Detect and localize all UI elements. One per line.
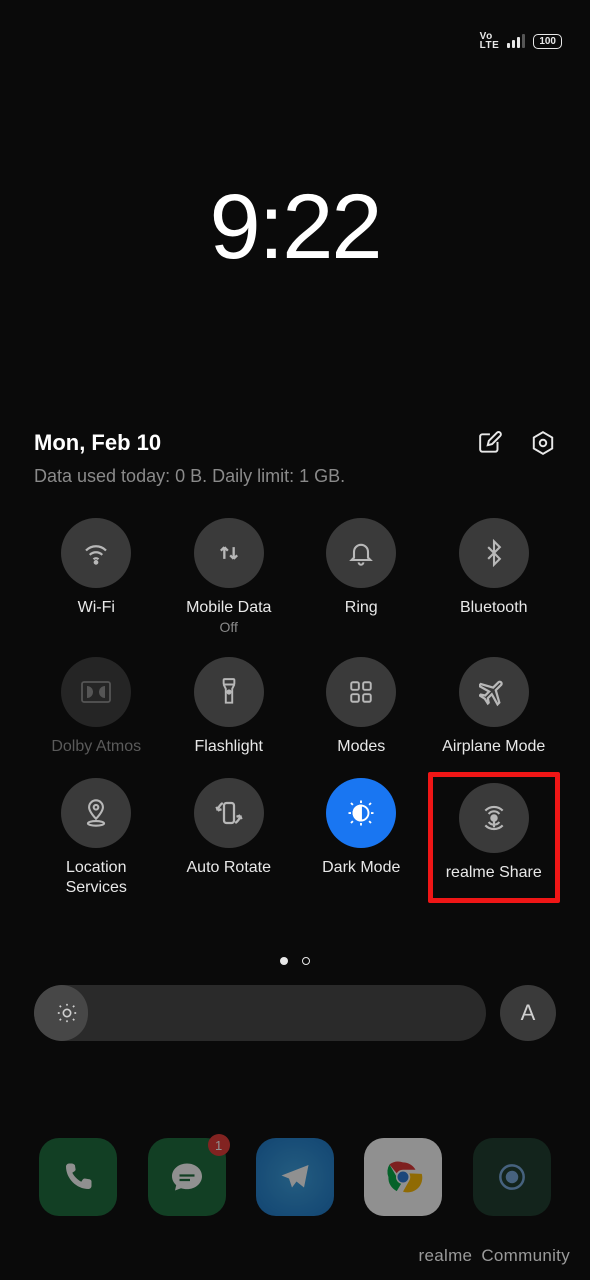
- clock-display: 9:22: [209, 175, 380, 280]
- grid-icon: [348, 679, 374, 705]
- tile-realme-share[interactable]: realme Share: [428, 772, 561, 902]
- signal-indicator: [507, 34, 525, 48]
- tile-auto-rotate[interactable]: Auto Rotate: [163, 772, 296, 902]
- tile-label: Ring: [345, 598, 378, 617]
- rotate-icon: [214, 798, 244, 828]
- bell-icon: [347, 539, 375, 567]
- tile-label: Flashlight: [195, 737, 263, 756]
- tile-label: Modes: [337, 737, 385, 756]
- tile-dolby-atmos[interactable]: Dolby Atmos: [30, 651, 163, 762]
- tile-ring[interactable]: Ring: [295, 512, 428, 641]
- wifi-icon: [81, 538, 111, 568]
- tile-wifi[interactable]: Wi-Fi: [30, 512, 163, 641]
- dark-mode-icon: [346, 798, 376, 828]
- camera-app-icon[interactable]: [473, 1138, 551, 1216]
- watermark: realme Community: [419, 1246, 570, 1266]
- status-bar: Vo LTE 100: [480, 32, 562, 50]
- quick-settings-grid: Wi-Fi Mobile Data Off Ring Bluetooth: [30, 512, 560, 903]
- home-dock: 1: [0, 1138, 590, 1216]
- brightness-control: A: [34, 985, 556, 1041]
- brightness-slider[interactable]: [34, 985, 486, 1041]
- tile-label: Auto Rotate: [187, 858, 272, 877]
- data-usage-label: Data used today: 0 B. Daily limit: 1 GB.: [34, 466, 345, 487]
- volte-indicator: Vo LTE: [480, 32, 500, 50]
- tile-label: Dolby Atmos: [51, 737, 141, 756]
- data-arrows-icon: [215, 539, 243, 567]
- settings-icon[interactable]: [530, 430, 556, 456]
- tile-flashlight[interactable]: Flashlight: [163, 651, 296, 762]
- flashlight-icon: [216, 677, 242, 707]
- notification-badge: 1: [208, 1134, 230, 1156]
- tile-label: Bluetooth: [460, 598, 528, 617]
- phone-app-icon[interactable]: [39, 1138, 117, 1216]
- tile-bluetooth[interactable]: Bluetooth: [428, 512, 561, 641]
- tile-label: realme Share: [446, 863, 542, 882]
- edit-icon[interactable]: [478, 430, 504, 456]
- panel-header: Mon, Feb 10: [34, 430, 556, 456]
- tile-mobile-data[interactable]: Mobile Data Off: [163, 512, 296, 641]
- auto-brightness-toggle[interactable]: A: [500, 985, 556, 1041]
- page-dot: [302, 957, 310, 965]
- tile-label: Mobile Data: [186, 598, 271, 617]
- tile-location[interactable]: Location Services: [30, 772, 163, 902]
- airplane-icon: [479, 677, 509, 707]
- share-broadcast-icon: [478, 802, 510, 834]
- tile-label: Dark Mode: [322, 858, 400, 877]
- page-indicator: [280, 957, 310, 965]
- tile-label: Airplane Mode: [442, 737, 545, 756]
- messages-app-icon[interactable]: 1: [148, 1138, 226, 1216]
- tile-dark-mode[interactable]: Dark Mode: [295, 772, 428, 902]
- tile-airplane-mode[interactable]: Airplane Mode: [428, 651, 561, 762]
- tile-label: Location Services: [66, 858, 127, 896]
- telegram-app-icon[interactable]: [256, 1138, 334, 1216]
- page-dot-active: [280, 957, 288, 965]
- brightness-icon: [56, 1002, 78, 1024]
- dolby-icon: [81, 681, 111, 703]
- date-label: Mon, Feb 10: [34, 430, 161, 456]
- watermark-brand: realme: [419, 1246, 473, 1265]
- battery-indicator: 100: [533, 34, 562, 49]
- bluetooth-icon: [480, 539, 508, 567]
- chrome-app-icon[interactable]: [364, 1138, 442, 1216]
- watermark-sub: Community: [481, 1246, 570, 1265]
- location-pin-icon: [82, 798, 110, 828]
- tile-sublabel: Off: [220, 619, 238, 635]
- tile-label: Wi-Fi: [78, 598, 115, 617]
- tile-modes[interactable]: Modes: [295, 651, 428, 762]
